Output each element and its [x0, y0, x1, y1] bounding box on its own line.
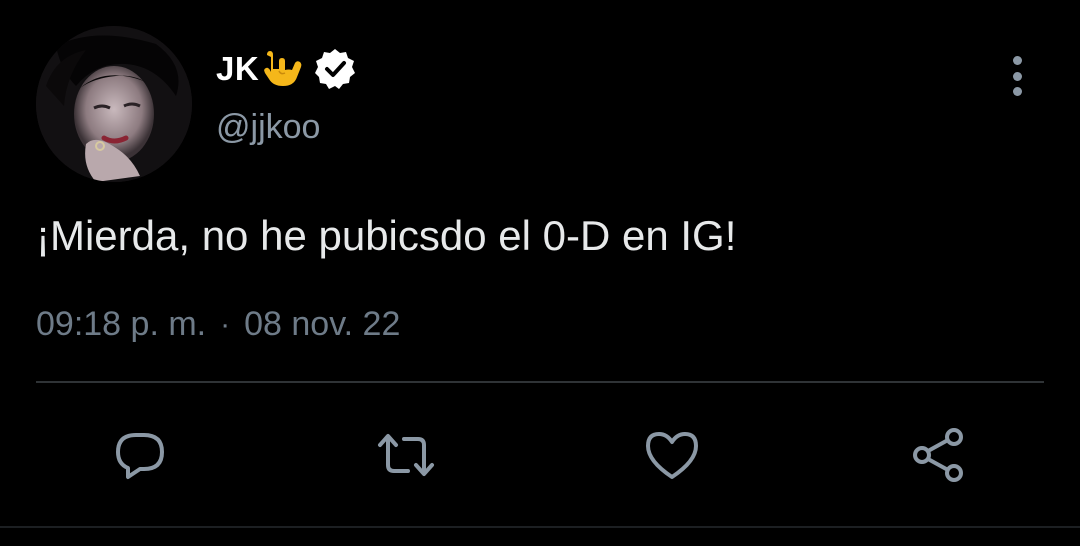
- reply-button[interactable]: [110, 425, 170, 485]
- tweet-date: 08 nov. 22: [244, 305, 401, 343]
- author-display-name[interactable]: JK: [216, 50, 259, 88]
- share-icon: [913, 428, 963, 482]
- rock-on-hand-icon: [261, 49, 305, 89]
- bottom-divider: [0, 526, 1080, 528]
- like-button[interactable]: [642, 425, 702, 485]
- meta-separator: ·: [220, 307, 231, 341]
- share-button[interactable]: [908, 425, 968, 485]
- retweet-button[interactable]: [376, 425, 436, 485]
- like-icon: [646, 432, 698, 479]
- tweet-time: 09:18 p. m.: [36, 305, 207, 343]
- divider: [36, 381, 1044, 383]
- reply-icon: [116, 433, 164, 479]
- author-name-row: JK: [216, 44, 357, 94]
- more-options-button[interactable]: [1000, 54, 1034, 98]
- tweet-text: ¡Mierda, no he pubicsdo el 0-D en IG!: [36, 212, 737, 259]
- avatar[interactable]: [36, 26, 192, 182]
- tweet-timestamp-row: 09:18 p. m. · 08 nov. 22: [36, 305, 400, 344]
- more-dot-icon: [1012, 71, 1022, 81]
- verified-badge-icon: [313, 47, 357, 91]
- avatar-photo: [36, 26, 192, 182]
- more-dot-icon: [1012, 87, 1022, 96]
- author-handle[interactable]: @jjkoo: [216, 108, 320, 147]
- more-dot-icon: [1012, 56, 1022, 65]
- retweet-icon: [378, 434, 434, 476]
